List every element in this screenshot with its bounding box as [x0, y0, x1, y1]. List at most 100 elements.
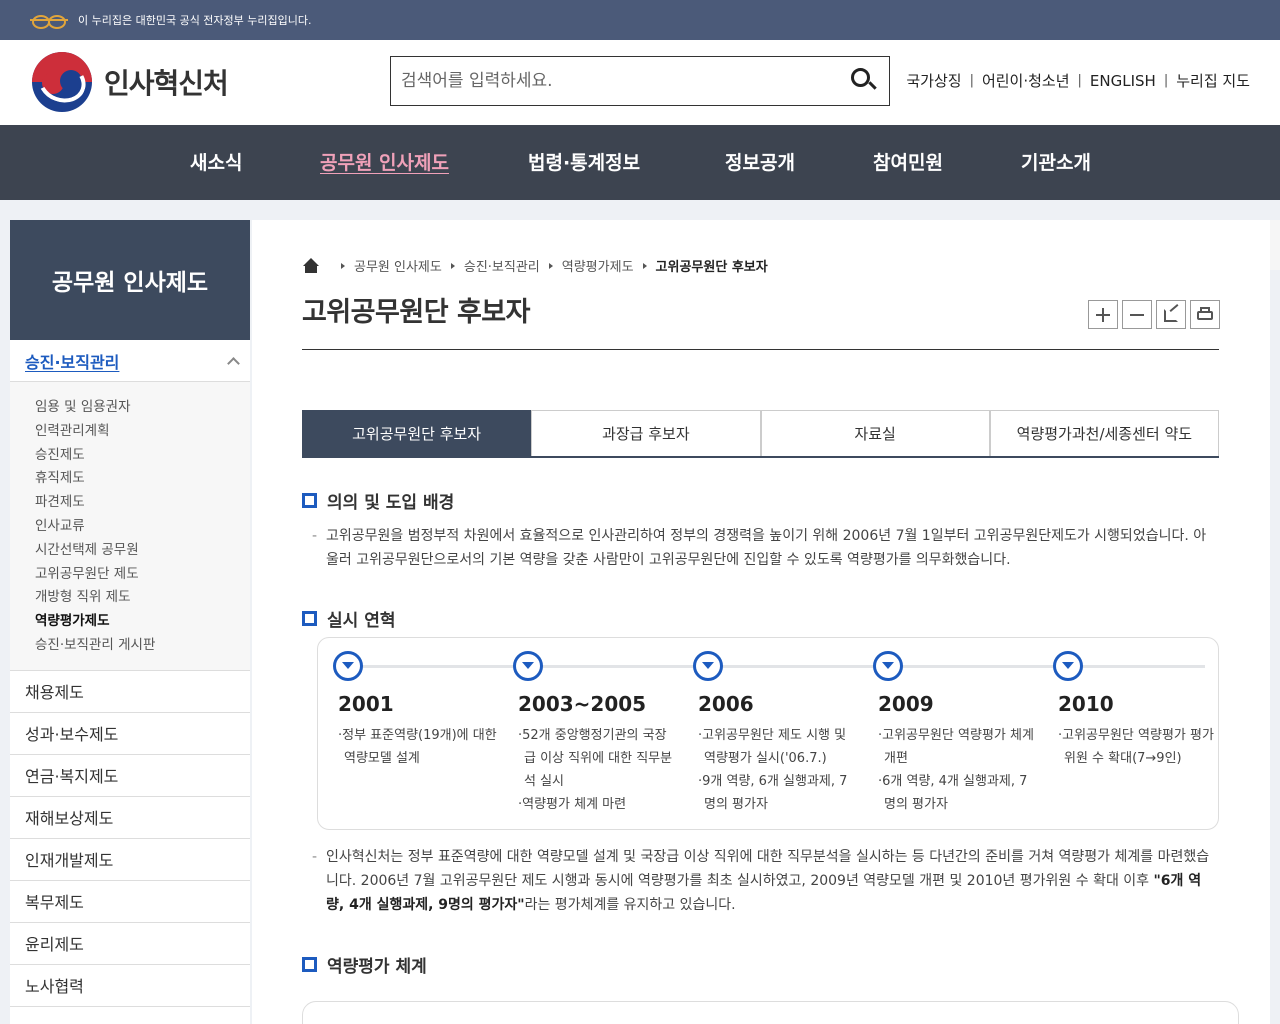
sidebar-subitem-active[interactable]: 역량평가제도: [35, 610, 250, 634]
sidebar-title: 공무원 인사제도: [10, 220, 250, 340]
tab-center-map[interactable]: 역량평가과천/세종센터 약도: [989, 410, 1219, 456]
search-box: [390, 56, 890, 106]
sidebar-item[interactable]: 복무제도: [10, 881, 250, 923]
sidebar-subitem[interactable]: 승진제도: [35, 444, 250, 468]
breadcrumb-separator-icon: [548, 262, 553, 269]
scrollbar[interactable]: [1270, 220, 1280, 270]
nav-item-laws-stats[interactable]: 법령·통계정보: [528, 148, 640, 175]
tab-senior-candidates[interactable]: 고위공무원단 후보자: [302, 410, 532, 456]
sidebar-item[interactable]: 재해보상제도: [10, 797, 250, 839]
timeline-desc: ·고위공무원단 역량평가 체계 개편 ·6개 역량, 4개 실행과제, 7명의 …: [878, 724, 1038, 816]
square-bullet-icon: [302, 957, 317, 972]
page-tools: [1088, 300, 1220, 329]
content-tabs: 고위공무원단 후보자 과장급 후보자 자료실 역량평가과천/세종센터 약도: [302, 410, 1219, 458]
sidebar-item[interactable]: 채용제도: [10, 671, 250, 713]
section-title: 실시 연혁: [327, 611, 396, 631]
separator: |: [1077, 73, 1082, 88]
timeline-year: 2009: [878, 692, 934, 716]
breadcrumb: 공무원 인사제도 승진·보직관리 역량평가제도 고위공무원단 후보자: [302, 256, 768, 275]
search-input[interactable]: [391, 57, 831, 105]
section-heading: 의의 및 도입 배경: [302, 488, 454, 513]
sidebar-subitem[interactable]: 시간선택제 공무원: [35, 539, 250, 563]
breadcrumb-separator-icon: [642, 262, 647, 269]
sidebar-subitem[interactable]: 휴직제도: [35, 467, 250, 491]
breadcrumb-separator-icon: [341, 262, 345, 269]
timeline-entry: 2009 ·고위공무원단 역량평가 체계 개편 ·6개 역량, 4개 실행과제,…: [878, 692, 1038, 816]
sidebar-subitem[interactable]: 인사교류: [35, 515, 250, 539]
section-title: 의의 및 도입 배경: [327, 493, 455, 513]
breadcrumb-current: 고위공무원단 후보자: [655, 260, 768, 275]
search-icon[interactable]: [851, 68, 877, 94]
print-button[interactable]: [1190, 300, 1220, 329]
gov-emblem-icon: [30, 12, 70, 29]
timeline-node-icon: [1053, 651, 1083, 681]
timeline-year: 2010: [1058, 692, 1114, 716]
tab-resources[interactable]: 자료실: [760, 410, 990, 456]
section-heading: 실시 연혁: [302, 606, 395, 631]
history-timeline: 2001 ·정부 표준역량(19개)에 대한 역량모델 설계 2003~2005…: [317, 637, 1219, 830]
paragraph-text: 고위공무원을 범정부적 차원에서 효율적으로 인사관리하여 정부의 경쟁력을 높…: [326, 528, 1207, 568]
nav-item-news[interactable]: 새소식: [190, 148, 242, 175]
tab-director-candidates[interactable]: 과장급 후보자: [531, 410, 761, 456]
timeline-node-icon: [873, 651, 903, 681]
zoom-in-button[interactable]: [1088, 300, 1118, 329]
separator: |: [969, 73, 974, 88]
section-heading: 역량평가 체계: [302, 952, 427, 977]
breadcrumb-separator-icon: [450, 262, 455, 269]
breadcrumb-item[interactable]: 역량평가제도: [562, 256, 634, 275]
timeline-line-text: ·고위공무원단 제도 시행 및 역량평가 실시('06.7.): [698, 728, 847, 766]
timeline-entry: 2003~2005 ·52개 중앙행정기관의 국장급 이상 직위에 대한 직무분…: [518, 692, 678, 816]
zoom-out-button[interactable]: [1122, 300, 1152, 329]
timeline-year: 2001: [338, 692, 394, 716]
sidebar-current-label: 승진·보직관리: [25, 352, 120, 372]
sidebar-subitem[interactable]: 임용 및 임용권자: [35, 396, 250, 420]
sidebar-subitem[interactable]: 승진·보직관리 게시판: [35, 634, 250, 658]
breadcrumb-item[interactable]: 공무원 인사제도: [354, 256, 442, 275]
timeline-desc: ·정부 표준역량(19개)에 대한 역량모델 설계: [338, 724, 498, 770]
dash-bullet: -: [312, 849, 318, 865]
section-title: 역량평가 체계: [327, 957, 427, 977]
sidebar-subitem[interactable]: 고위공무원단 제도: [35, 563, 250, 587]
taegeuk-logo-icon: [32, 52, 92, 112]
timeline-desc: ·52개 중앙행정기관의 국장급 이상 직위에 대한 직무분석 실시 ·역량평가…: [518, 724, 678, 816]
timeline-desc: ·고위공무원단 제도 시행 및 역량평가 실시('06.7.) ·9개 역량, …: [698, 724, 858, 816]
timeline-line-text: ·52개 중앙행정기관의 국장급 이상 직위에 대한 직무분석 실시: [518, 728, 673, 789]
nav-item-about[interactable]: 기관소개: [1021, 148, 1091, 175]
util-link-kids[interactable]: 어린이·청소년: [982, 70, 1070, 91]
main-content: 공무원 인사제도 승진·보직관리 역량평가제도 고위공무원단 후보자 고위공무원…: [252, 220, 1270, 1024]
sidebar-item[interactable]: 연금·복지제도: [10, 755, 250, 797]
sidebar-item[interactable]: 윤리제도: [10, 923, 250, 965]
sidebar-subitem[interactable]: 파견제도: [35, 491, 250, 515]
section-paragraph: - 인사혁신처는 정부 표준역량에 대한 역량모델 설계 및 국장급 이상 직위…: [312, 845, 1212, 917]
share-button[interactable]: [1156, 300, 1186, 329]
sidebar-submenu: 임용 및 임용권자 인력관리계획 승진제도 휴직제도 파견제도 인사교류 시간선…: [10, 382, 250, 671]
header: 인사혁신처 국가상징 | 어린이·청소년 | ENGLISH | 누리집 지도: [0, 40, 1280, 125]
sidebar-item[interactable]: 인재개발제도: [10, 839, 250, 881]
breadcrumb-item[interactable]: 승진·보직관리: [464, 256, 540, 275]
timeline-line-text: ·고위공무원단 역량평가 체계 개편: [878, 728, 1034, 766]
sidebar-subitem[interactable]: 인력관리계획: [35, 420, 250, 444]
sidebar: 공무원 인사제도 승진·보직관리 임용 및 임용권자 인력관리계획 승진제도 휴…: [10, 220, 250, 1024]
utility-links: 국가상징 | 어린이·청소년 | ENGLISH | 누리집 지도: [906, 70, 1250, 91]
timeline-node-icon: [693, 651, 723, 681]
timeline-desc: ·고위공무원단 역량평가 평가위원 수 확대(7→9인): [1058, 724, 1218, 770]
nav-item-disclosure[interactable]: 정보공개: [725, 148, 795, 175]
util-link-english[interactable]: ENGLISH: [1090, 72, 1156, 90]
main-nav: 새소식 공무원 인사제도 법령·통계정보 정보공개 참여민원 기관소개: [0, 125, 1280, 200]
separator: |: [1163, 73, 1169, 88]
nav-item-participation[interactable]: 참여민원: [873, 148, 943, 175]
timeline-node-icon: [513, 651, 543, 681]
nav-item-personnel-system[interactable]: 공무원 인사제도: [320, 148, 449, 175]
sidebar-item-promotion[interactable]: 승진·보직관리: [10, 340, 250, 382]
home-icon[interactable]: [302, 257, 320, 274]
gov-banner: 이 누리집은 대한민국 공식 전자정부 누리집입니다.: [0, 0, 1280, 40]
sidebar-item[interactable]: 노사협력: [10, 965, 250, 1007]
timeline-line-text: ·9개 역량, 6개 실행과제, 7명의 평가자: [698, 774, 848, 812]
page-title: 고위공무원단 후보자: [302, 297, 530, 328]
util-link-national-symbol[interactable]: 국가상징: [906, 70, 961, 91]
util-link-sitemap[interactable]: 누리집 지도: [1176, 70, 1250, 91]
timeline-line-text: ·역량평가 체계 마련: [518, 797, 627, 812]
sidebar-item[interactable]: 성과·보수제도: [10, 713, 250, 755]
sidebar-subitem[interactable]: 개방형 직위 제도: [35, 586, 250, 610]
logo[interactable]: 인사혁신처: [32, 52, 229, 112]
